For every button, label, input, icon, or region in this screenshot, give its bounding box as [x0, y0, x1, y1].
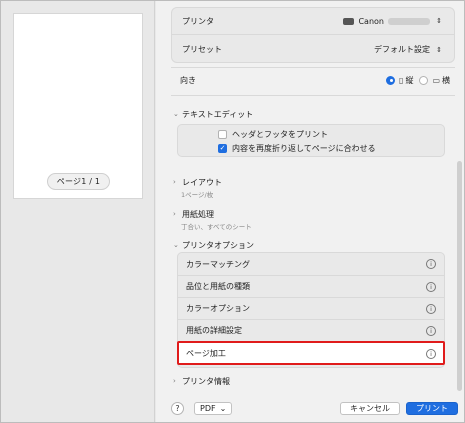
rewrap-option[interactable]: ✓ 内容を再度折り返してページに合わせる: [218, 143, 376, 154]
printer-select[interactable]: Canon ⇕: [343, 16, 444, 27]
paper-handling-title: 用紙処理: [182, 209, 214, 219]
info-icon[interactable]: i: [426, 281, 436, 292]
printer-row[interactable]: プリンタ Canon ⇕: [172, 8, 454, 35]
info-icon[interactable]: i: [426, 325, 436, 336]
option-label: ページ加工: [186, 349, 226, 358]
option-page-processing[interactable]: ページ加工 i: [177, 341, 445, 365]
rewrap-label: 内容を再度折り返してページに合わせる: [232, 144, 376, 153]
portrait-radio[interactable]: [386, 75, 396, 85]
updown-chevron-icon: ⇕: [436, 45, 442, 54]
page-indicator: ページ1 / 1: [47, 173, 110, 190]
option-color-matching[interactable]: カラーマッチング i: [178, 253, 444, 275]
info-icon[interactable]: i: [426, 348, 436, 359]
option-label: 品位と用紙の種類: [186, 282, 250, 291]
settings-pane: プリンタ Canon ⇕ プリセット デフォルト設定 ⇕ 向き ▯ 縦 ▭ 横 …: [156, 1, 464, 422]
option-label: カラーオプション: [186, 304, 250, 313]
printer-preset-box: プリンタ Canon ⇕ プリセット デフォルト設定 ⇕: [171, 7, 455, 63]
chevron-right-icon: ›: [173, 210, 176, 218]
print-button[interactable]: プリント: [406, 401, 458, 415]
orientation-label: 向き: [180, 75, 196, 85]
page-preview: [13, 13, 143, 199]
option-label: 用紙の詳細設定: [186, 326, 242, 335]
chevron-down-icon: ⌄: [219, 403, 227, 413]
landscape-radio[interactable]: [419, 75, 429, 85]
text-edit-title: テキストエディット: [182, 109, 254, 119]
orientation-row: 向き ▯ 縦 ▭ 横: [180, 73, 450, 87]
option-label: カラーマッチング: [186, 259, 250, 269]
preset-select[interactable]: デフォルト設定 ⇕: [374, 44, 444, 55]
portrait-page-icon: ▯: [399, 75, 404, 85]
chevron-right-icon: ›: [173, 377, 176, 385]
info-icon[interactable]: i: [426, 303, 436, 314]
chevron-down-icon: ⌄: [173, 241, 179, 249]
info-icon[interactable]: i: [426, 259, 436, 269]
preview-pane: ページ1 / 1: [1, 1, 155, 422]
printer-icon: [343, 17, 355, 25]
divider: [171, 67, 455, 68]
landscape-page-icon: ▭: [432, 75, 440, 85]
chevron-down-icon: ⌄: [173, 110, 179, 118]
option-color-options[interactable]: カラーオプション i: [178, 297, 444, 319]
paper-handling-summary: 丁合い、すべてのシート: [181, 223, 252, 231]
preset-row[interactable]: プリセット デフォルト設定 ⇕: [172, 36, 454, 63]
chevron-right-icon: ›: [173, 178, 176, 186]
orientation-portrait[interactable]: ▯ 縦: [386, 75, 413, 86]
preset-label: プリセット: [182, 45, 222, 54]
layout-summary: 1ページ/枚: [181, 191, 214, 199]
printer-value: Canon: [358, 16, 384, 26]
dialog-footer: ? PDF ⌄ キャンセル プリント: [171, 401, 458, 415]
printer-model-redacted: [388, 17, 430, 25]
portrait-label: 縦: [405, 75, 414, 85]
option-quality-media[interactable]: 品位と用紙の種類 i: [178, 275, 444, 297]
section-printer-options[interactable]: ⌄ プリンタオプション: [173, 239, 254, 251]
header-footer-option[interactable]: ヘッダとフッタをプリント: [218, 129, 328, 140]
header-footer-checkbox[interactable]: [218, 130, 227, 139]
divider: [171, 95, 455, 96]
printer-options-title: プリンタオプション: [182, 240, 254, 250]
pdf-label: PDF: [200, 403, 216, 413]
pdf-menu-button[interactable]: PDF ⌄: [194, 401, 233, 415]
landscape-label: 横: [442, 75, 450, 85]
preset-value: デフォルト設定: [374, 45, 430, 54]
rewrap-checkbox[interactable]: ✓: [218, 144, 227, 153]
option-paper-detail[interactable]: 用紙の詳細設定 i: [178, 319, 444, 341]
updown-chevron-icon: ⇕: [436, 17, 442, 25]
section-paper-handling[interactable]: › 用紙処理: [173, 208, 214, 220]
printer-info-title: プリンタ情報: [182, 376, 230, 386]
section-printer-info[interactable]: › プリンタ情報: [173, 375, 230, 387]
scrollbar[interactable]: [457, 161, 462, 391]
section-layout[interactable]: › レイアウト: [173, 176, 222, 188]
section-text-edit[interactable]: ⌄ テキストエディット: [173, 108, 253, 120]
print-dialog: ページ1 / 1 プリンタ Canon ⇕ プリセット デフォルト設定 ⇕ 向き…: [0, 0, 465, 423]
orientation-landscape[interactable]: ▭ 横: [419, 75, 450, 86]
help-button[interactable]: ?: [171, 401, 184, 415]
layout-title: レイアウト: [182, 177, 222, 187]
header-footer-label: ヘッダとフッタをプリント: [232, 130, 328, 139]
cancel-button[interactable]: キャンセル: [340, 401, 400, 415]
printer-options-list: カラーマッチング i 品位と用紙の種類 i カラーオプション i 用紙の詳細設定…: [177, 252, 445, 368]
printer-label: プリンタ: [182, 16, 214, 26]
